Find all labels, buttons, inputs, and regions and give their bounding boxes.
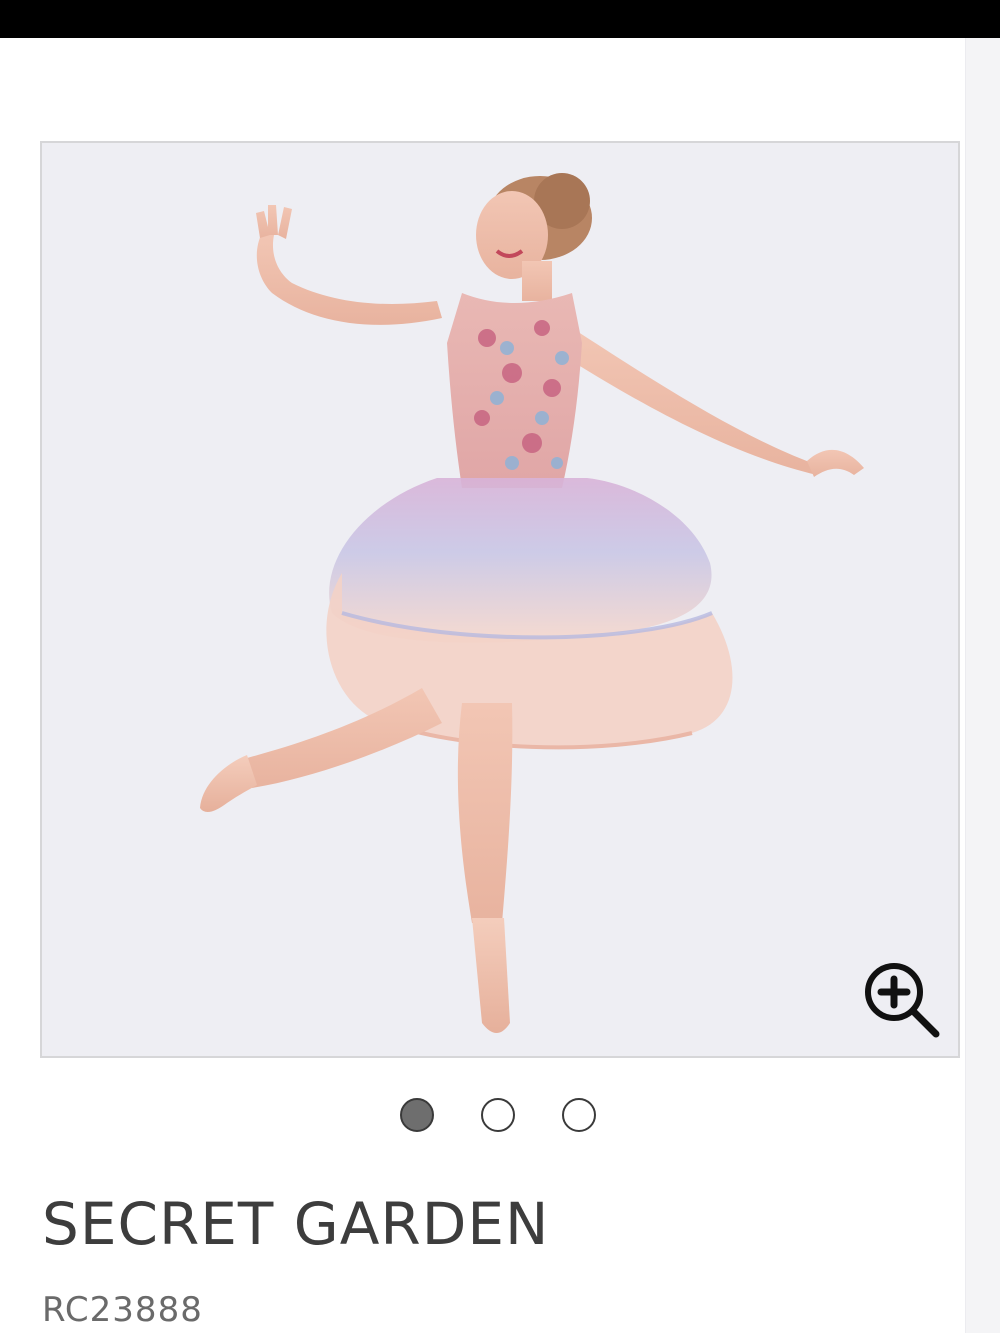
zoom-in-icon: [865, 963, 940, 1038]
image-pagination: [398, 1098, 608, 1142]
page-scroll-gutter: [965, 38, 1000, 1333]
product-sku: RC23888: [42, 1290, 203, 1330]
product-image-frame[interactable]: [40, 141, 960, 1058]
pagination-dot-2[interactable]: [481, 1098, 515, 1132]
zoom-in-button[interactable]: [860, 958, 944, 1042]
top-status-bar: [0, 0, 1000, 38]
pagination-dot-1[interactable]: [400, 1098, 434, 1132]
pagination-dot-3[interactable]: [562, 1098, 596, 1132]
product-photo: [200, 173, 864, 1033]
product-title: SECRET GARDEN: [42, 1190, 550, 1258]
